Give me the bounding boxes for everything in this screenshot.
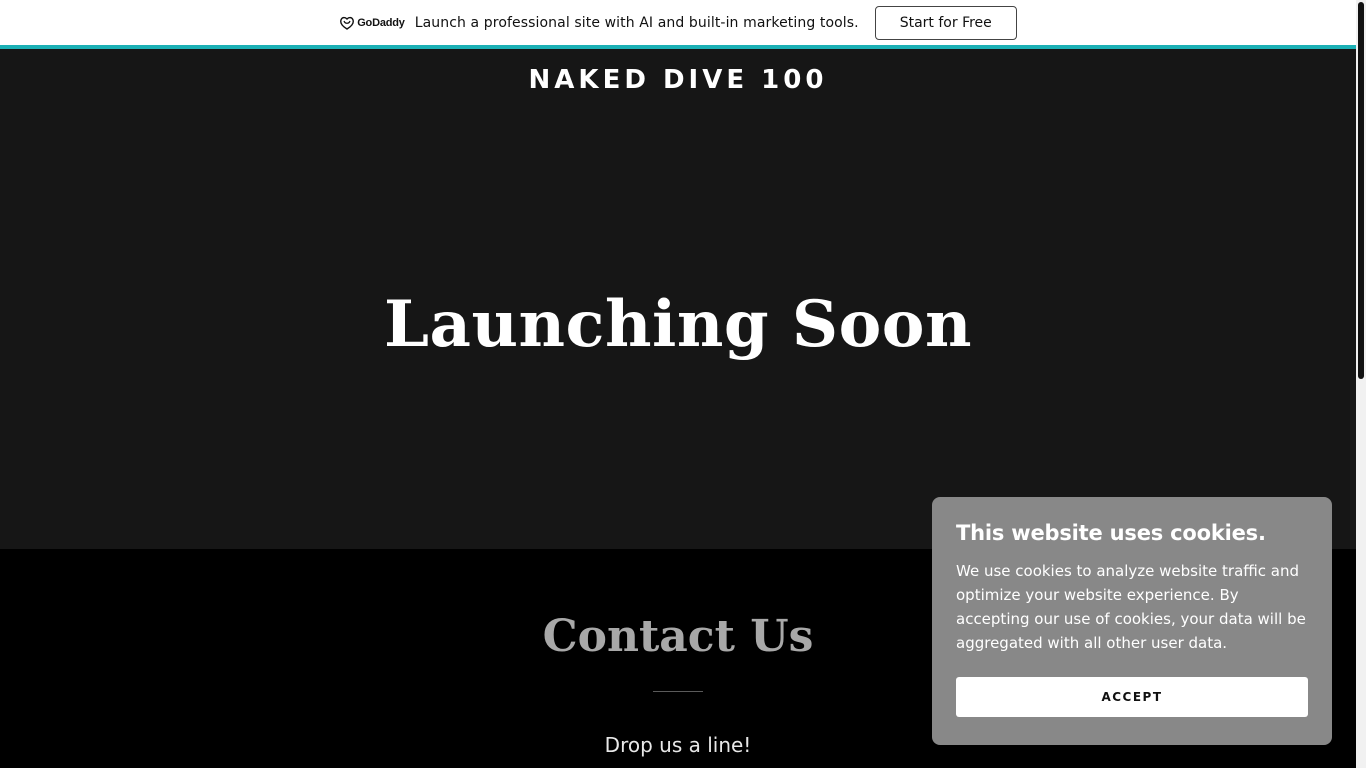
godaddy-logo-icon: [339, 16, 355, 30]
cookie-banner-title: This website uses cookies.: [956, 521, 1266, 545]
brand-logo[interactable]: GoDaddy: [339, 16, 405, 30]
accept-cookies-button[interactable]: ACCEPT: [956, 677, 1308, 717]
promo-bar: GoDaddy Launch a professional site with …: [0, 0, 1356, 45]
start-for-free-button[interactable]: Start for Free: [874, 5, 1017, 40]
promo-text: Launch a professional site with AI and b…: [414, 14, 859, 31]
hero-heading: Launching Soon: [383, 287, 973, 362]
page: GoDaddy Launch a professional site with …: [0, 0, 1366, 768]
promo-content: GoDaddy Launch a professional site with …: [339, 5, 1017, 40]
cookie-banner-body: We use cookies to analyze website traffi…: [956, 562, 1306, 652]
scrollbar-thumb[interactable]: [1358, 2, 1364, 379]
hero-section: NAKED DIVE 100 Launching Soon: [0, 49, 1356, 549]
cookie-banner: This website uses cookies. We use cookie…: [932, 497, 1332, 745]
brand-name: GoDaddy: [357, 16, 405, 29]
site-title[interactable]: NAKED DIVE 100: [0, 65, 1356, 95]
contact-divider: [653, 691, 703, 692]
